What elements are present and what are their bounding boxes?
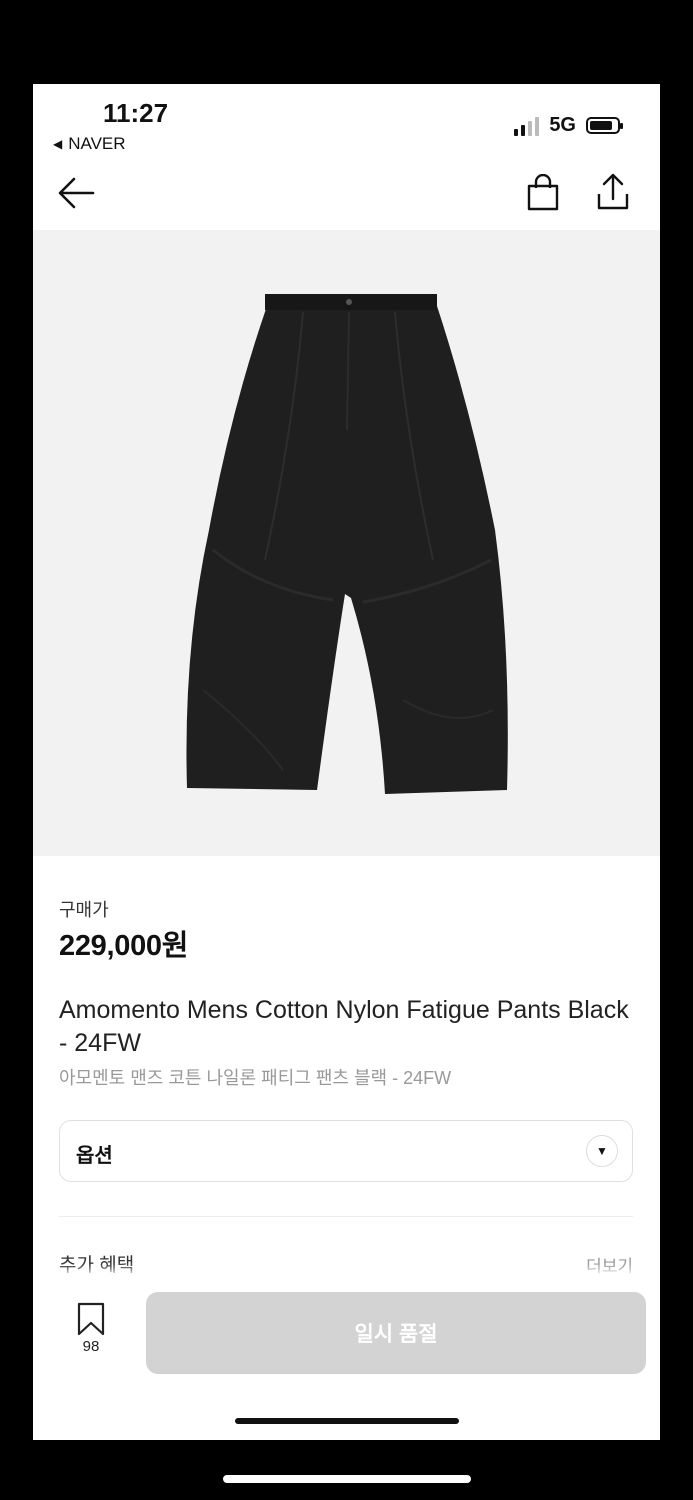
- status-time: 11:27: [103, 98, 169, 128]
- share-button[interactable]: [595, 172, 631, 212]
- back-app-label: NAVER: [68, 134, 126, 153]
- price-label: 구매가: [59, 900, 109, 920]
- option-select[interactable]: 옵션 ▼: [59, 1120, 633, 1182]
- arrow-left-icon: [58, 177, 95, 209]
- signal-icon: [514, 116, 540, 136]
- network-label: 5G: [549, 114, 576, 136]
- status-indicators: 5G: [514, 114, 623, 137]
- more-link[interactable]: 더보기: [586, 1252, 633, 1277]
- product-image[interactable]: [33, 230, 660, 856]
- sold-out-button[interactable]: 일시 품절: [146, 1292, 646, 1374]
- app-screen: 11:27 ◀ NAVER 5G 구매가 229,000원 Amomento M…: [33, 84, 660, 1440]
- product-title: Amomento Mens Cotton Nylon Fatigue Pants…: [59, 996, 629, 1057]
- divider: [59, 1216, 633, 1217]
- battery-icon: [586, 117, 623, 134]
- product-price: 229,000원: [59, 930, 189, 962]
- chevron-down-icon: ▼: [586, 1135, 618, 1167]
- back-button[interactable]: [57, 176, 97, 210]
- shopping-bag-icon: [527, 173, 559, 211]
- product-title-korean: 아모멘토 맨즈 코튼 나일론 패티그 팬츠 블랙 - 24FW: [59, 1068, 452, 1088]
- option-label: 옵션: [76, 1145, 113, 1167]
- shopping-bag-button[interactable]: [525, 173, 561, 212]
- wishlist-count: 98: [82, 1338, 100, 1355]
- back-to-app-link[interactable]: ◀ NAVER: [53, 134, 126, 154]
- bookmark-icon: [77, 1302, 105, 1336]
- outer-home-indicator: [223, 1475, 471, 1483]
- back-triangle-icon: ◀: [53, 137, 63, 151]
- wishlist-button[interactable]: 98: [73, 1302, 109, 1355]
- additional-benefits-label: 추가 혜택: [59, 1255, 135, 1276]
- black-fatigue-pants-photo: [186, 294, 508, 794]
- share-icon: [597, 173, 629, 210]
- home-indicator[interactable]: [235, 1418, 459, 1424]
